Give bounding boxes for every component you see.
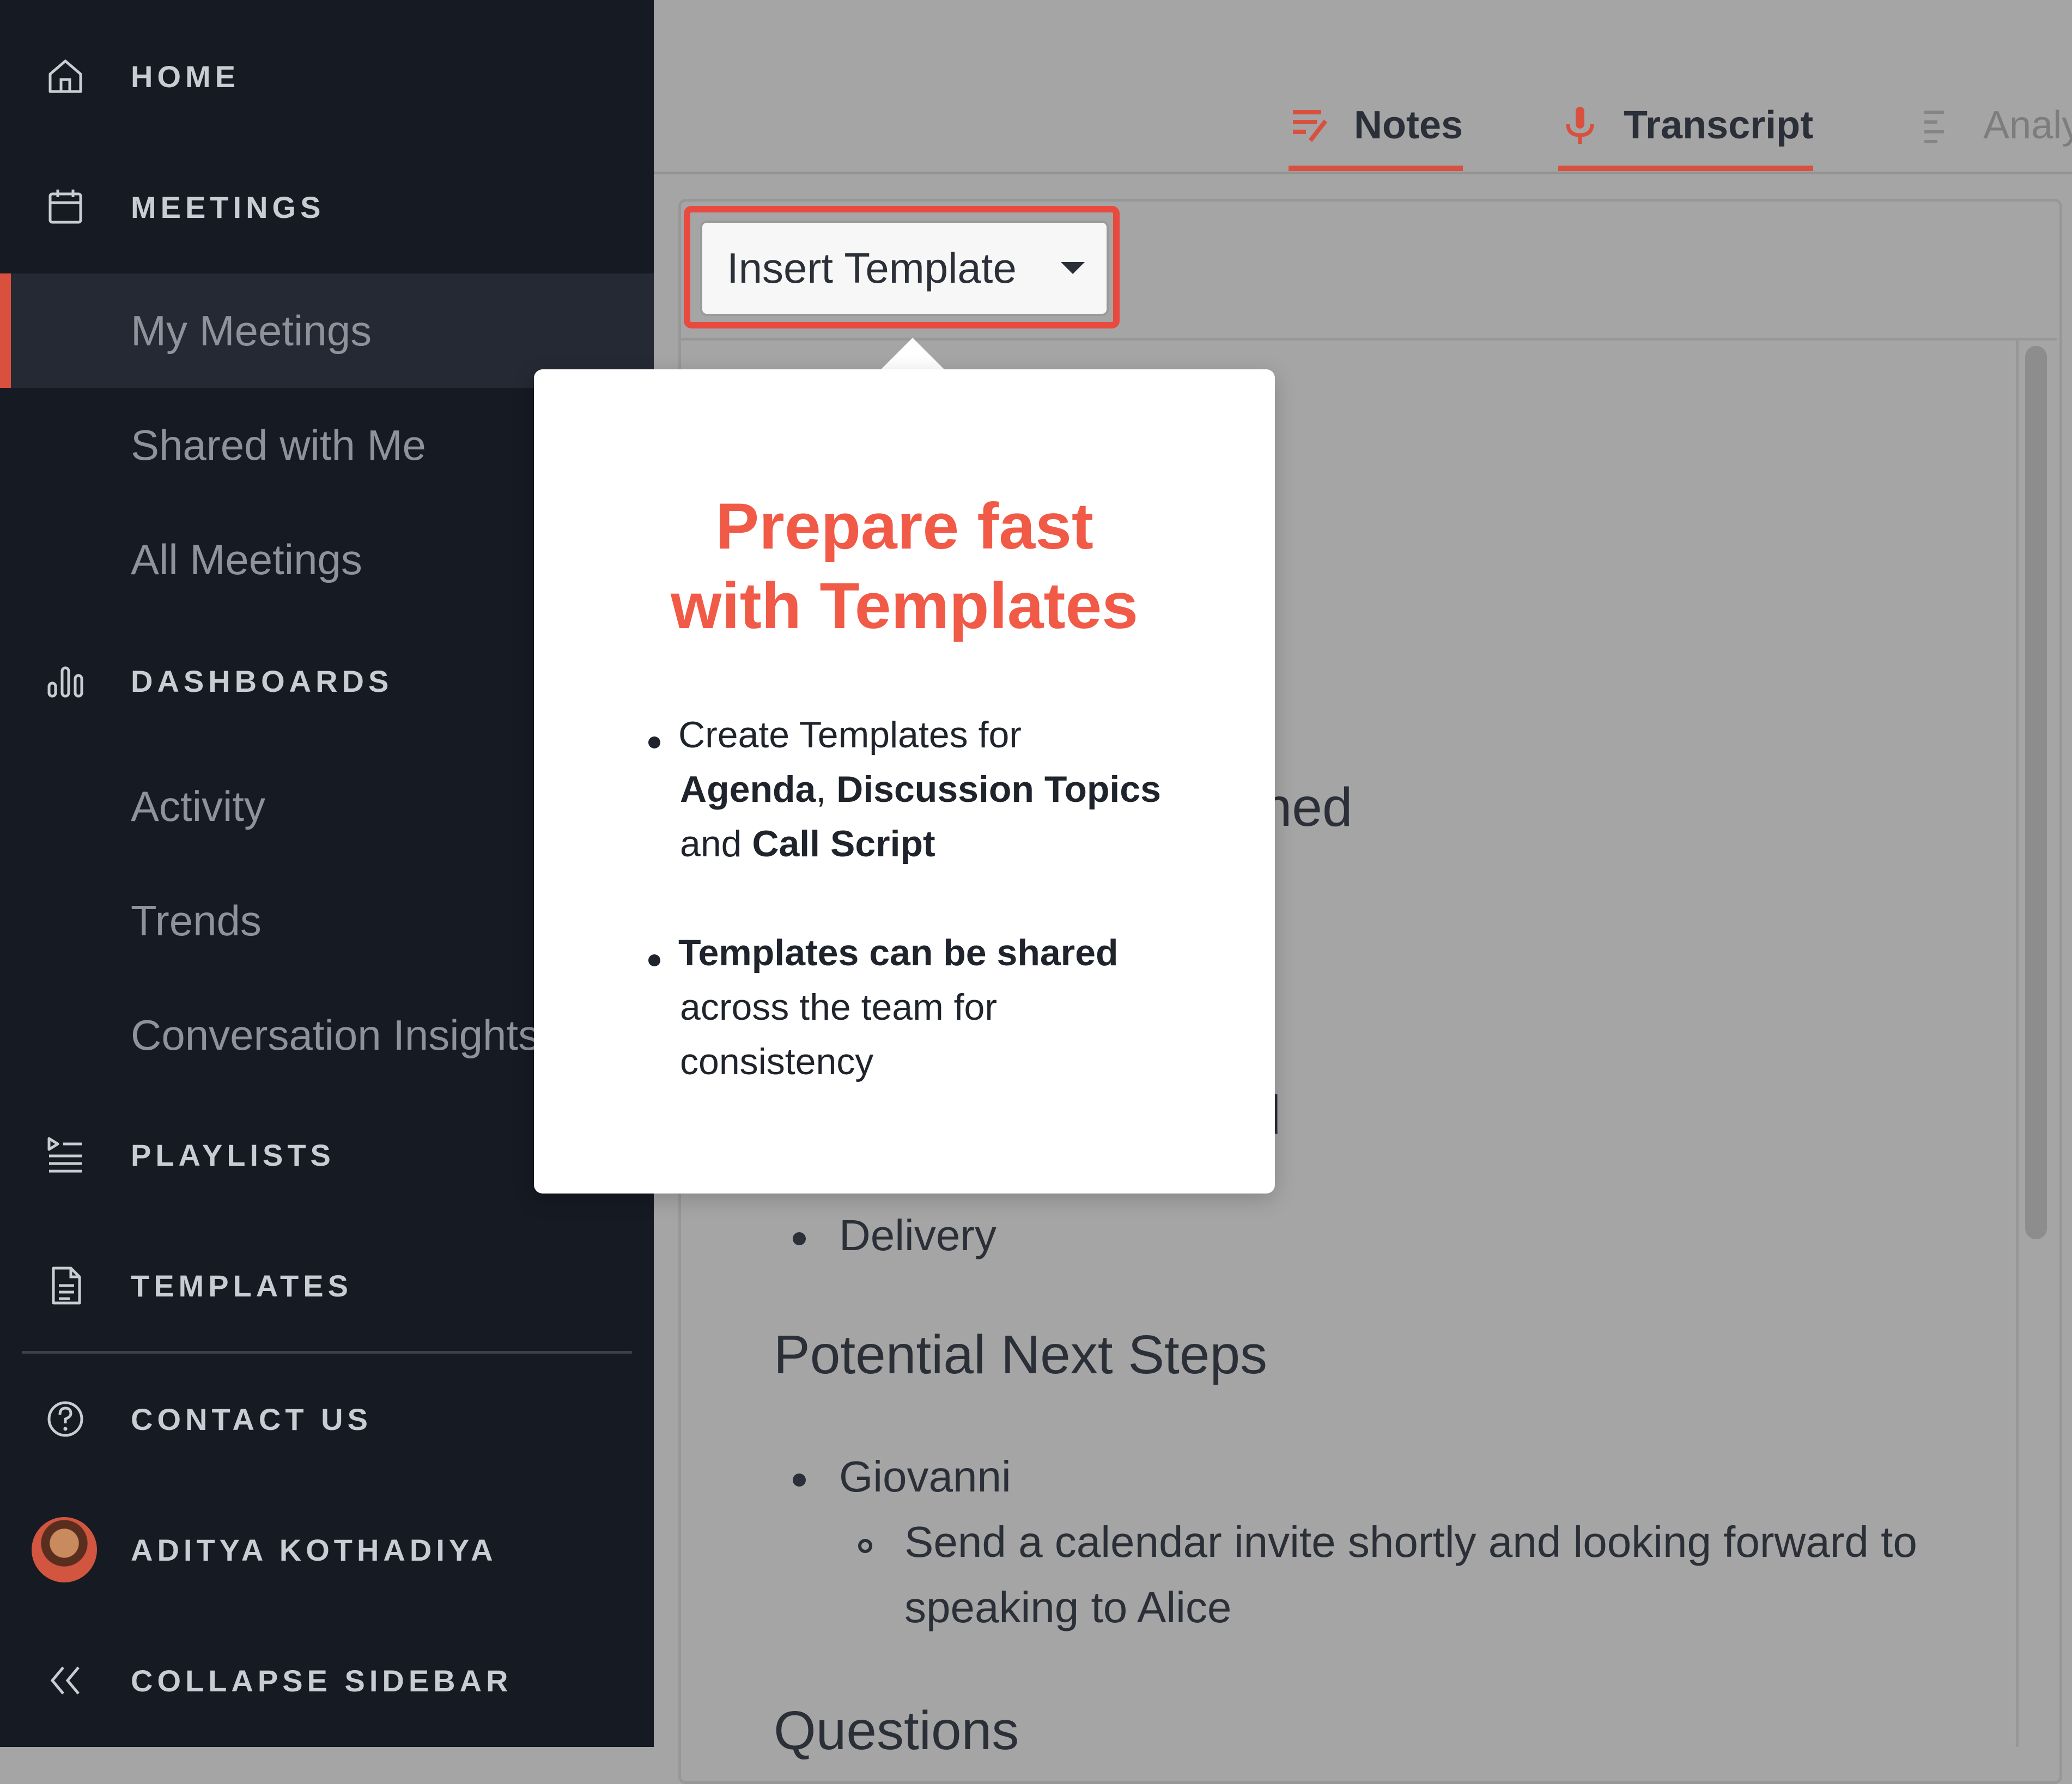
tab-analytics[interactable]: Analy — [1918, 82, 2072, 169]
popover-bold: Call Script — [752, 823, 935, 864]
collapse-sidebar-label: COLLAPSE SIDEBAR — [131, 1663, 513, 1698]
popover-bold: Agenda — [680, 769, 816, 810]
doc-sub-bullet-line: speaking to Alice — [904, 1583, 1232, 1631]
popover-title: Prepare fast with Templates — [534, 486, 1275, 646]
microphone-icon — [1558, 103, 1602, 147]
nav-home[interactable]: HOME — [0, 22, 654, 131]
user-name-label: ADITYA KOTHADIYA — [131, 1532, 497, 1567]
insert-template-dropdown[interactable]: Insert Template — [700, 221, 1109, 316]
double-chevron-left-icon — [44, 1659, 87, 1702]
tab-active-underline — [1558, 166, 1814, 171]
sub-bullet — [858, 1539, 872, 1553]
popover-bold: Discussion Topics — [836, 769, 1161, 810]
popover-text: consistency — [680, 1041, 874, 1082]
nav-templates[interactable]: TEMPLATES — [0, 1231, 654, 1340]
bullet — [793, 1232, 806, 1245]
popover-text: across the team for — [680, 987, 998, 1028]
templates-tip-popover: Prepare fast with Templates Create Templ… — [534, 369, 1275, 1194]
tab-analytics-label: Analy — [1983, 103, 2072, 147]
playlist-icon — [44, 1133, 87, 1177]
sidebar-divider — [22, 1351, 632, 1354]
tab-bar-border — [654, 172, 2072, 174]
sidebar-item-label: Shared with Me — [131, 421, 426, 469]
sidebar-item-label: All Meetings — [131, 535, 362, 583]
sidebar-item-label: Activity — [131, 782, 266, 830]
calendar-icon — [44, 185, 87, 229]
popover-text-line: Agenda, Discussion Topics — [680, 768, 1161, 811]
popover-bold: Templates can be shared — [678, 932, 1119, 973]
doc-bullet-delivery: Delivery — [839, 1211, 996, 1259]
bar-chart-icon — [44, 659, 87, 703]
doc-bullet-giovanni: Giovanni — [839, 1452, 1011, 1501]
tab-transcript[interactable]: Transcript — [1558, 82, 1814, 171]
nav-meetings[interactable]: MEETINGS — [0, 153, 654, 261]
home-icon — [44, 54, 87, 98]
help-icon — [44, 1397, 87, 1441]
sidebar-item-label: Trends — [131, 896, 262, 945]
tab-bar: Notes Transcript Analy — [654, 0, 2072, 174]
tab-notes-label: Notes — [1354, 103, 1463, 147]
document-icon — [44, 1264, 87, 1307]
nav-contact-us[interactable]: CONTACT US — [0, 1365, 654, 1474]
doc-sub-bullet-line: Send a calendar invite shortly and looki… — [904, 1518, 1917, 1566]
popover-bullet — [648, 954, 660, 966]
popover-text-line: Templates can be shared — [678, 931, 1119, 974]
tab-transcript-label: Transcript — [1624, 103, 1814, 147]
sidebar-item-label: Conversation Insights — [131, 1010, 540, 1059]
tab-active-underline — [1289, 166, 1463, 171]
popover-text-line: and Call Script — [680, 823, 935, 865]
editor-scrollbar[interactable] — [2025, 346, 2047, 1239]
doc-heading-questions: Questions — [774, 1700, 1019, 1761]
scroll-track — [2016, 340, 2019, 1747]
popover-arrow — [880, 338, 945, 370]
nav-home-label: HOME — [131, 59, 240, 94]
popover-text: and — [680, 823, 752, 864]
avatar — [32, 1517, 97, 1582]
nav-playlists-label: PLAYLISTS — [131, 1137, 335, 1172]
sidebar-item-label: My Meetings — [131, 306, 372, 355]
nav-meetings-label: MEETINGS — [131, 190, 325, 224]
caret-down-icon — [1061, 262, 1085, 274]
nav-user-profile[interactable]: ADITYA KOTHADIYA — [0, 1495, 654, 1604]
popover-title-line: Prepare fast — [715, 490, 1093, 563]
collapse-sidebar-button[interactable]: COLLAPSE SIDEBAR — [0, 1626, 654, 1735]
bullet — [793, 1474, 806, 1487]
notes-icon — [1289, 103, 1332, 147]
nav-contact-label: CONTACT US — [131, 1402, 372, 1436]
popover-text: Create Templates for — [678, 714, 1022, 756]
popover-bullet — [648, 736, 660, 748]
popover-text: , — [816, 769, 837, 810]
tab-notes[interactable]: Notes — [1289, 82, 1463, 171]
list-icon — [1918, 103, 1961, 147]
nav-dashboards-label: DASHBOARDS — [131, 663, 393, 698]
doc-heading-next-steps: Potential Next Steps — [774, 1324, 1268, 1385]
insert-template-label: Insert Template — [727, 244, 1017, 292]
nav-templates-label: TEMPLATES — [131, 1268, 353, 1303]
popover-title-line: with Templates — [671, 569, 1138, 642]
